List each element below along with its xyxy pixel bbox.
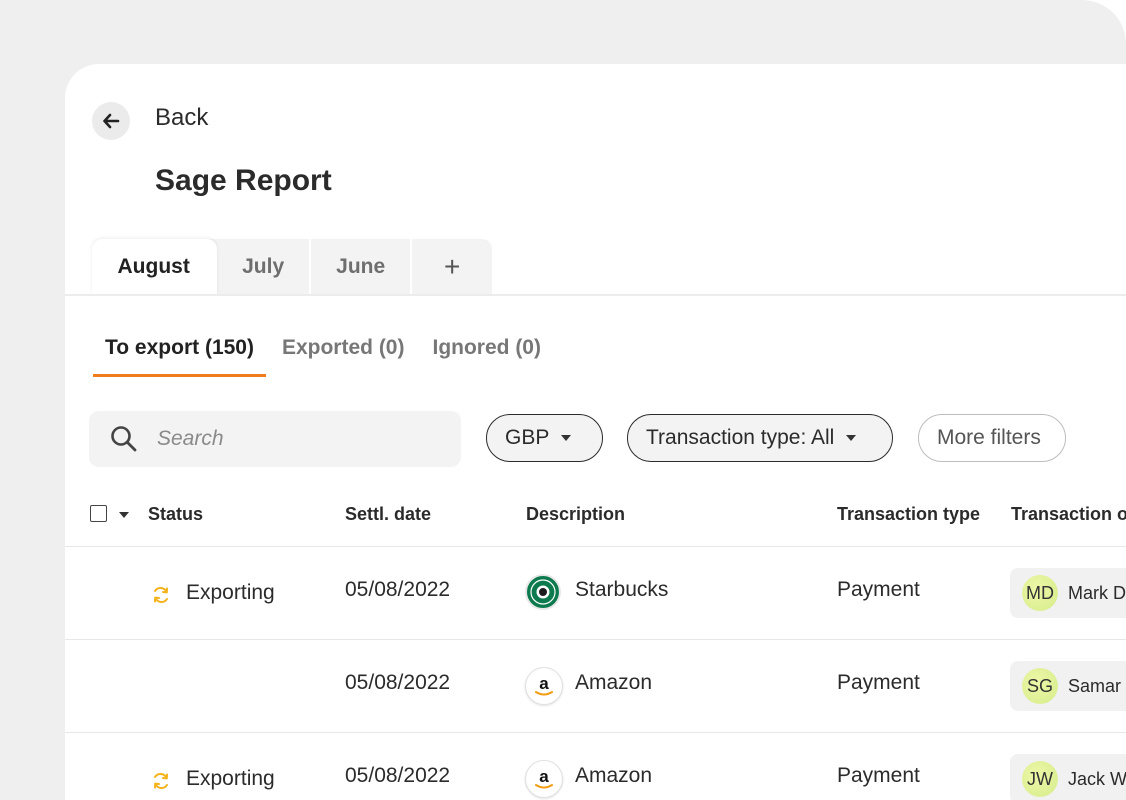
- description-text: Starbucks: [575, 578, 669, 601]
- column-header-status[interactable]: Status: [148, 504, 203, 525]
- subtab-ignored[interactable]: Ignored (0): [420, 332, 553, 377]
- sync-icon: [154, 586, 168, 604]
- column-header-transaction-type[interactable]: Transaction type: [837, 504, 980, 525]
- transaction-type-filter-label: Transaction type: All: [646, 426, 835, 449]
- svg-text:a: a: [539, 674, 549, 693]
- subtab-to-export[interactable]: To export (150): [93, 332, 266, 377]
- select-menu-caret-icon[interactable]: [119, 512, 129, 518]
- table-row[interactable]: 05/08/2022 a Amazon Payment SG Samar: [65, 640, 1126, 733]
- amazon-a-icon: a: [535, 767, 553, 789]
- settlement-date: 05/08/2022: [345, 578, 451, 601]
- column-header-transaction-owner[interactable]: Transaction o: [1011, 504, 1126, 525]
- select-all-checkbox[interactable]: [90, 505, 107, 522]
- chevron-down-icon: [561, 435, 572, 441]
- amazon-logo: a: [525, 760, 563, 798]
- currency-filter[interactable]: GBP: [486, 414, 603, 462]
- period-tabs: August July June +: [92, 239, 492, 295]
- svg-text:a: a: [539, 767, 549, 786]
- description-text: Amazon: [575, 764, 653, 787]
- transaction-type-filter[interactable]: Transaction type: All: [627, 414, 893, 462]
- transaction-type-text: Payment: [837, 578, 920, 601]
- amazon-a-icon: a: [535, 674, 553, 696]
- report-panel: Back Sage Report August July June + To e…: [65, 64, 1126, 800]
- owner-chip[interactable]: SG Samar: [1010, 661, 1126, 711]
- back-link[interactable]: Back: [155, 104, 208, 132]
- add-tab-button[interactable]: +: [412, 239, 492, 295]
- column-header-settlement-date[interactable]: Settl. date: [345, 504, 431, 525]
- description-text: Amazon: [575, 671, 653, 694]
- more-filters-label: More filters: [937, 426, 1041, 449]
- tab-august[interactable]: August: [92, 239, 218, 295]
- more-filters-button[interactable]: More filters: [918, 414, 1066, 462]
- back-button[interactable]: [92, 102, 130, 140]
- owner-chip[interactable]: JW Jack W: [1010, 754, 1126, 800]
- page-title: Sage Report: [155, 164, 332, 197]
- transaction-type-text: Payment: [837, 764, 920, 787]
- starbucks-siren-icon: [530, 579, 556, 605]
- owner-name: Mark D: [1068, 582, 1126, 603]
- currency-filter-label: GBP: [505, 426, 550, 449]
- owner-name: Samar: [1068, 675, 1122, 696]
- arrow-left-icon: [103, 113, 120, 129]
- table-row[interactable]: Exporting 05/08/2022 a Amazon Payment JW…: [65, 733, 1126, 800]
- table-header: Status Settl. date Description Transacti…: [65, 496, 1126, 547]
- avatar: MD: [1022, 575, 1058, 611]
- search-input[interactable]: [155, 426, 439, 452]
- owner-name: Jack W: [1068, 768, 1126, 789]
- settlement-date: 05/08/2022: [345, 671, 451, 694]
- sync-icon: [154, 772, 168, 790]
- subtab-exported[interactable]: Exported (0): [270, 332, 417, 377]
- amazon-logo: a: [525, 667, 563, 705]
- avatar: JW: [1022, 761, 1058, 797]
- transaction-type-text: Payment: [837, 671, 920, 694]
- tab-july[interactable]: July: [217, 239, 311, 295]
- status-text: Exporting: [186, 581, 275, 604]
- table-row[interactable]: Exporting 05/08/2022 Starbucks Payment M…: [65, 547, 1126, 640]
- column-header-description[interactable]: Description: [526, 504, 625, 525]
- owner-chip[interactable]: MD Mark D: [1010, 568, 1126, 618]
- status-subtabs: To export (150) Exported (0) Ignored (0): [93, 332, 557, 377]
- settlement-date: 05/08/2022: [345, 764, 451, 787]
- starbucks-logo: [525, 574, 561, 610]
- tab-june[interactable]: June: [311, 239, 413, 295]
- search-icon: [111, 426, 137, 452]
- avatar: SG: [1022, 668, 1058, 704]
- status-text: Exporting: [186, 767, 275, 790]
- search-box: [89, 411, 461, 467]
- chevron-down-icon: [846, 435, 857, 441]
- tabs-divider: [65, 294, 1126, 296]
